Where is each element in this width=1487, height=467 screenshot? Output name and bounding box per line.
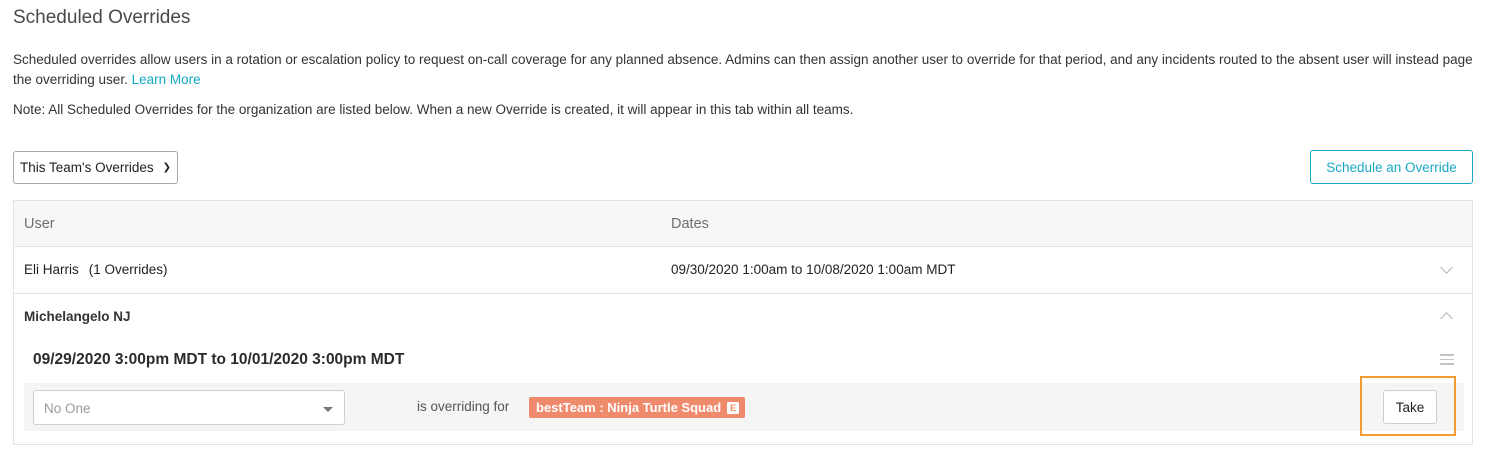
override-date-range: 09/29/2020 3:00pm MDT to 10/01/2020 3:00…: [33, 351, 405, 368]
chevron-down-icon: ❯: [162, 162, 171, 173]
row-override-count: (1 Overrides): [88, 262, 168, 277]
column-header-dates: Dates: [671, 216, 709, 232]
page-title: Scheduled Overrides: [13, 7, 191, 28]
take-button[interactable]: Take: [1383, 390, 1437, 424]
page-description: Scheduled overrides allow users in a rot…: [13, 50, 1473, 89]
description-text: Scheduled overrides allow users in a rot…: [13, 52, 1473, 87]
row-user: Eli Harris (1 Overrides): [24, 262, 168, 277]
column-header-user: User: [24, 216, 55, 232]
overrides-table: User Dates Eli Harris (1 Overrides) 09/30…: [13, 200, 1473, 445]
assignee-placeholder: No One: [44, 401, 91, 416]
schedule-override-button[interactable]: Schedule an Override: [1310, 150, 1473, 184]
expanded-override-group: Michelangelo NJ 09/29/2020 3:00pm MDT to…: [14, 294, 1472, 446]
team-badge: bestTeam : Ninja Turtle Squad E: [529, 397, 746, 418]
table-row[interactable]: Eli Harris (1 Overrides) 09/30/2020 1:00a…: [14, 247, 1472, 294]
page-note: Note: All Scheduled Overrides for the or…: [13, 102, 854, 117]
menu-icon[interactable]: [1440, 354, 1454, 368]
team-badge-label: bestTeam : Ninja Turtle Squad: [536, 400, 722, 415]
overriding-for-label: is overriding for: [417, 399, 510, 414]
caret-down-icon: [323, 407, 333, 412]
filter-select-value: This Team's Overrides: [20, 160, 154, 175]
row-user-name: Eli Harris: [24, 262, 79, 277]
group-user-name: Michelangelo NJ: [24, 309, 131, 324]
table-header: User Dates: [14, 201, 1472, 247]
overrides-filter-select[interactable]: This Team's Overrides ❯: [13, 151, 178, 184]
expand-chevron-icon[interactable]: [1440, 261, 1453, 274]
override-assignment-row: No One is overriding for bestTeam : Ninj…: [24, 383, 1464, 431]
assignee-select[interactable]: No One: [33, 390, 345, 425]
collapse-chevron-icon[interactable]: [1440, 312, 1453, 325]
learn-more-link[interactable]: Learn More: [132, 72, 201, 87]
row-dates: 09/30/2020 1:00am to 10/08/2020 1:00am M…: [671, 262, 956, 277]
escalation-tag: E: [727, 401, 740, 414]
